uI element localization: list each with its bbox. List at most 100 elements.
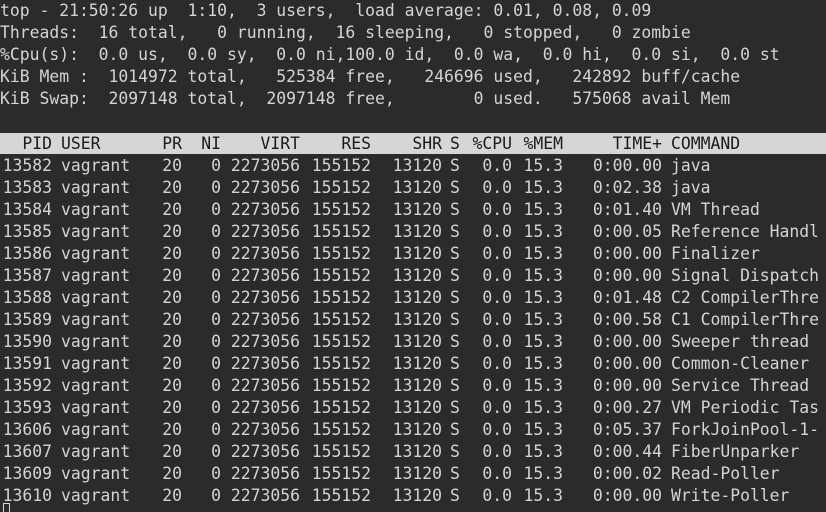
cell-shr: 13120 <box>392 442 442 461</box>
cell-state: S <box>450 354 460 373</box>
cell-time: 0:00.00 <box>592 156 662 175</box>
cell-time: 0:00.00 <box>592 486 662 505</box>
cell-state: S <box>450 442 460 461</box>
cell-command: Sweeper thread <box>671 332 810 351</box>
cell-shr: 13120 <box>392 486 442 505</box>
cell-res: 155152 <box>311 156 371 175</box>
cell-cpu: 0.0 <box>482 376 512 395</box>
cell-res: 155152 <box>311 310 371 329</box>
cell-virt: 2273056 <box>230 178 300 197</box>
cell-shr: 13120 <box>392 156 442 175</box>
cell-res: 155152 <box>311 266 371 285</box>
cell-cpu: 0.0 <box>482 464 512 483</box>
cell-virt: 2273056 <box>230 420 300 439</box>
cell-time: 0:00.00 <box>592 244 662 263</box>
cell-mem: 15.3 <box>523 398 563 417</box>
cell-command: Write-Poller <box>671 486 790 505</box>
cell-time: 0:02.38 <box>592 178 662 197</box>
cell-virt: 2273056 <box>230 464 300 483</box>
cell-virt: 2273056 <box>230 310 300 329</box>
cell-mem: 15.3 <box>523 288 563 307</box>
cell-mem: 15.3 <box>523 486 563 505</box>
table-row: 13584 vagrant 20 0 2273056 155152 13120 S 0.0 15.… <box>0 199 826 221</box>
cell-pid: 13584 <box>2 200 52 219</box>
cell-ni: 0 <box>211 464 221 483</box>
cell-command: Service Thread <box>671 376 810 395</box>
cell-command: Finalizer <box>671 244 760 263</box>
summary-cpu-line: %Cpu(s): 0.0 us, 0.0 sy, 0.0 ni,100.0 id… <box>0 45 780 64</box>
cell-user: vagrant <box>61 222 131 241</box>
cell-time: 0:00.58 <box>592 310 662 329</box>
table-row: 13583 vagrant 20 0 2273056 155152 13120 S 0.0 15.… <box>0 177 826 199</box>
summary-threads-line: Threads: 16 total, 0 running, 16 sleepin… <box>0 23 691 42</box>
cell-pid: 13607 <box>2 442 52 461</box>
cell-ni: 0 <box>211 332 221 351</box>
cell-res: 155152 <box>311 486 371 505</box>
cell-state: S <box>450 200 460 219</box>
cell-command: Signal Dispatch <box>671 266 820 285</box>
cell-pr: 20 <box>162 222 182 241</box>
cell-shr: 13120 <box>392 178 442 197</box>
cell-pid: 13585 <box>2 222 52 241</box>
cell-cpu: 0.0 <box>482 288 512 307</box>
cell-cpu: 0.0 <box>482 178 512 197</box>
cell-res: 155152 <box>311 178 371 197</box>
cell-shr: 13120 <box>392 244 442 263</box>
cell-mem: 15.3 <box>523 420 563 439</box>
table-row: 13582 vagrant 20 0 2273056 155152 13120 S 0.0 15.… <box>0 155 826 177</box>
cell-virt: 2273056 <box>230 200 300 219</box>
cell-ni: 0 <box>211 178 221 197</box>
cell-user: vagrant <box>61 442 131 461</box>
table-row: 13591 vagrant 20 0 2273056 155152 13120 S 0.0 15.… <box>0 353 826 375</box>
cell-shr: 13120 <box>392 222 442 241</box>
summary-swap-line: KiB Swap: 2097148 total, 2097148 free, 0… <box>0 89 731 108</box>
cell-ni: 0 <box>211 398 221 417</box>
cell-time: 0:00.00 <box>592 354 662 373</box>
cell-ni: 0 <box>211 310 221 329</box>
cell-time: 0:01.48 <box>592 288 662 307</box>
cell-pid: 13588 <box>2 288 52 307</box>
cell-cpu: 0.0 <box>482 222 512 241</box>
cell-virt: 2273056 <box>230 222 300 241</box>
cell-state: S <box>450 398 460 417</box>
cell-cpu: 0.0 <box>482 200 512 219</box>
cell-time: 0:00.05 <box>592 222 662 241</box>
table-row: 13590 vagrant 20 0 2273056 155152 13120 S 0.0 15.… <box>0 331 826 353</box>
cell-time: 0:00.00 <box>592 266 662 285</box>
table-row: 13609 vagrant 20 0 2273056 155152 13120 S 0.0 15.… <box>0 463 826 485</box>
column-header-cpu: %CPU <box>472 134 512 153</box>
cell-user: vagrant <box>61 200 131 219</box>
cell-shr: 13120 <box>392 398 442 417</box>
cell-state: S <box>450 310 460 329</box>
cell-mem: 15.3 <box>523 464 563 483</box>
cell-command: FiberUnparker <box>671 442 800 461</box>
cell-user: vagrant <box>61 332 131 351</box>
cell-ni: 0 <box>211 200 221 219</box>
cell-cpu: 0.0 <box>482 486 512 505</box>
cell-shr: 13120 <box>392 288 442 307</box>
table-row: 13587 vagrant 20 0 2273056 155152 13120 S 0.0 15.… <box>0 265 826 287</box>
cell-res: 155152 <box>311 200 371 219</box>
cell-command: Common-Cleaner <box>671 354 810 373</box>
cell-pid: 13609 <box>2 464 52 483</box>
terminal-window[interactable]: top - 21:50:26 up 1:10, 3 users, load av… <box>0 0 826 512</box>
cell-res: 155152 <box>311 398 371 417</box>
cell-pr: 20 <box>162 200 182 219</box>
cell-shr: 13120 <box>392 420 442 439</box>
cell-pid: 13587 <box>2 266 52 285</box>
cell-pr: 20 <box>162 310 182 329</box>
cell-pr: 20 <box>162 486 182 505</box>
cell-res: 155152 <box>311 288 371 307</box>
cell-cpu: 0.0 <box>482 244 512 263</box>
cell-res: 155152 <box>311 222 371 241</box>
cell-state: S <box>450 420 460 439</box>
table-row: 13593 vagrant 20 0 2273056 155152 13120 S 0.0 15.… <box>0 397 826 419</box>
table-row: 13588 vagrant 20 0 2273056 155152 13120 S 0.0 15.… <box>0 287 826 309</box>
cell-cpu: 0.0 <box>482 332 512 351</box>
column-header-res: RES <box>341 134 371 153</box>
cell-pid: 13583 <box>2 178 52 197</box>
cell-state: S <box>450 156 460 175</box>
cell-user: vagrant <box>61 310 131 329</box>
cell-command: VM Periodic Tas <box>671 398 820 417</box>
cell-user: vagrant <box>61 376 131 395</box>
